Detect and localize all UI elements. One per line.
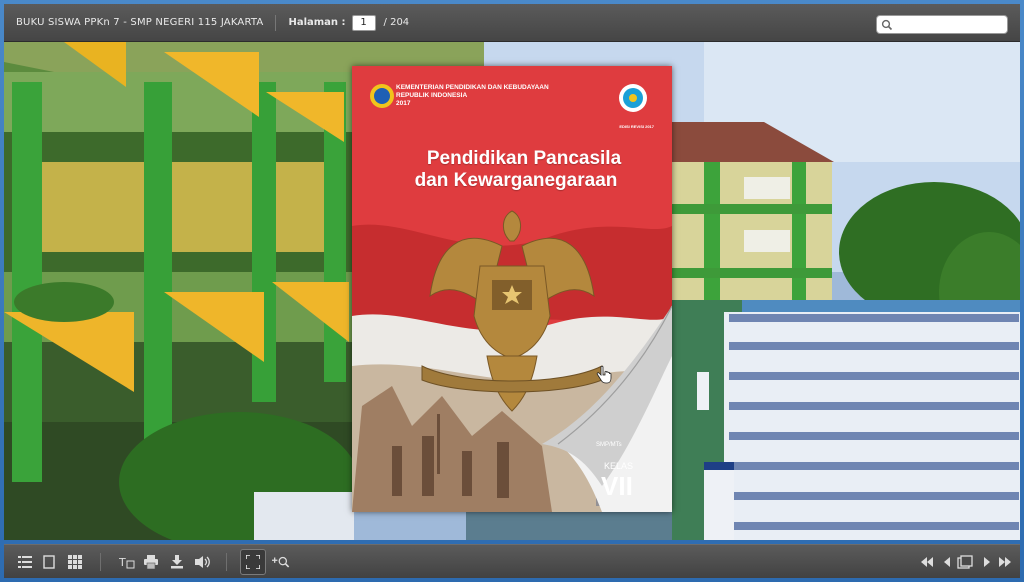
text-select-button[interactable]: T: [118, 553, 136, 571]
text-select-icon: T: [119, 556, 135, 569]
goto-page-icon: [957, 555, 973, 569]
hand-cursor-icon: [596, 366, 612, 384]
sound-button[interactable]: [194, 553, 212, 571]
svg-text:T: T: [119, 556, 126, 569]
publisher-line-3: 2017: [396, 100, 411, 107]
toolbar-divider: [226, 553, 227, 571]
divider: [275, 14, 277, 31]
class-label: KELAS: [604, 461, 634, 471]
zoom-in-icon: [272, 556, 290, 568]
page-total: / 204: [383, 17, 410, 28]
book-title: BUKU SISWA PPKn 7 - SMP NEGERI 115 JAKAR…: [16, 17, 264, 28]
page-number-input[interactable]: 1: [351, 14, 376, 31]
cover-artwork: [352, 66, 672, 512]
goto-page-button[interactable]: [956, 553, 974, 571]
thumbnails-button[interactable]: [66, 553, 84, 571]
search-input[interactable]: [876, 15, 1008, 34]
first-page-icon: [921, 557, 933, 567]
publisher-line-1: KEMENTERIAN PENDIDIKAN DAN KEBUDAYAAN: [396, 84, 549, 91]
next-page-icon: [984, 557, 990, 567]
class-value: VII: [601, 471, 633, 501]
book-stage[interactable]: KEMENTERIAN PENDIDIKAN DAN KEBUDAYAAN RE…: [4, 42, 1020, 540]
page-label: Halaman :: [288, 17, 346, 28]
last-page-icon: [999, 557, 1011, 567]
fullscreen-icon: [246, 555, 260, 569]
toolbar-divider: [100, 553, 101, 571]
fullscreen-button[interactable]: [240, 549, 266, 575]
last-page-button[interactable]: [996, 553, 1014, 571]
single-page-icon: [43, 555, 55, 569]
cover-title-line-1: Pendidikan Pancasila: [426, 148, 622, 169]
edition-label: EDISI REVISI 2017: [619, 124, 654, 129]
cover-title-line-2: dan Kewarganegaraan: [414, 170, 618, 191]
previous-page-button[interactable]: [938, 553, 956, 571]
school-level-label: SMP/MTs: [596, 442, 622, 448]
table-of-contents-button[interactable]: [16, 553, 34, 571]
thumbnails-icon: [68, 555, 82, 569]
sound-icon: [195, 556, 210, 568]
single-page-button[interactable]: [40, 553, 58, 571]
previous-page-icon: [944, 557, 950, 567]
publisher-text: KEMENTERIAN PENDIDIKAN DAN KEBUDAYAAN RE…: [396, 84, 549, 108]
top-bar: BUKU SISWA PPKn 7 - SMP NEGERI 115 JAKAR…: [4, 4, 1020, 42]
download-icon: [171, 555, 183, 569]
print-icon: [144, 555, 158, 569]
download-button[interactable]: [168, 553, 186, 571]
book-cover[interactable]: KEMENTERIAN PENDIDIKAN DAN KEBUDAYAAN RE…: [352, 66, 672, 512]
search-icon: [881, 19, 893, 30]
print-button[interactable]: [142, 553, 160, 571]
zoom-in-button[interactable]: [272, 553, 290, 571]
publisher-line-2: REPUBLIK INDONESIA: [396, 92, 468, 99]
list-icon: [18, 556, 32, 568]
first-page-button[interactable]: [918, 553, 936, 571]
bottom-toolbar: T: [4, 544, 1020, 578]
next-page-button[interactable]: [978, 553, 996, 571]
